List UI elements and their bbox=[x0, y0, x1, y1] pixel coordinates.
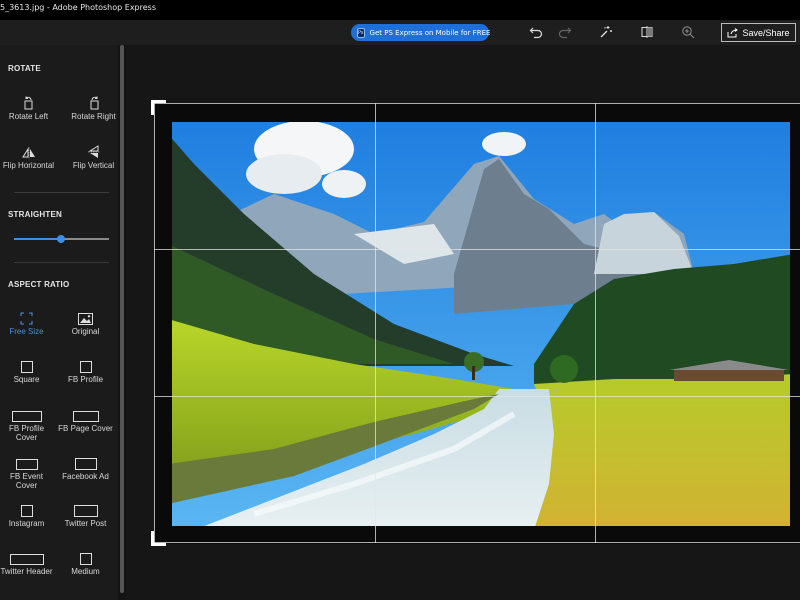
straighten-heading: STRAIGHTEN bbox=[8, 210, 62, 219]
rotate-left-button[interactable]: Rotate Left bbox=[1, 94, 56, 121]
redo-icon bbox=[558, 27, 572, 39]
sidebar-scroll-thumb[interactable] bbox=[120, 45, 124, 593]
aspect-facebook-ad[interactable]: Facebook Ad bbox=[58, 454, 113, 481]
aspect-label: Square bbox=[13, 375, 40, 384]
wide-ratio-icon bbox=[73, 505, 98, 517]
title-bar: 5_3613.jpg - Adobe Photoshop Express bbox=[0, 0, 800, 20]
crop-grid-line bbox=[154, 249, 800, 250]
flip-horizontal-label: Flip Horizontal bbox=[2, 161, 55, 170]
rotate-left-icon bbox=[24, 96, 32, 110]
wide-ratio-icon bbox=[11, 411, 42, 422]
flip-horizontal-button[interactable]: Flip Horizontal bbox=[1, 143, 56, 170]
edited-photo[interactable] bbox=[154, 104, 800, 544]
rotate-right-button[interactable]: Rotate Right bbox=[66, 94, 121, 121]
aspect-square[interactable]: Square bbox=[0, 357, 54, 384]
wide-ratio-icon bbox=[74, 458, 97, 470]
zoom-in-icon bbox=[682, 26, 695, 39]
crop-grid-line bbox=[595, 103, 596, 543]
aspect-fb-page-cover[interactable]: FB Page Cover bbox=[58, 406, 113, 433]
crop-grid-line bbox=[154, 396, 800, 397]
aspect-original[interactable]: Original bbox=[58, 309, 113, 336]
square-ratio-icon bbox=[79, 361, 92, 373]
share-icon bbox=[727, 27, 739, 37]
magic-wand-icon bbox=[600, 26, 612, 38]
aspect-label: FB Event Cover bbox=[10, 472, 43, 490]
window-title: 5_3613.jpg - Adobe Photoshop Express bbox=[0, 3, 157, 12]
auto-fix-button[interactable] bbox=[598, 24, 614, 40]
redo-button[interactable] bbox=[557, 24, 573, 40]
aspect-label: Free Size bbox=[9, 327, 44, 336]
crop-handle-top-left[interactable] bbox=[151, 100, 166, 115]
rotate-right-label: Rotate Right bbox=[71, 112, 116, 121]
aspect-label: FB Profile Cover bbox=[8, 424, 45, 442]
straighten-slider-thumb[interactable] bbox=[57, 235, 65, 243]
aspect-fb-profile-cover[interactable]: FB Profile Cover bbox=[0, 406, 54, 442]
save-share-button[interactable]: Save/Share bbox=[721, 23, 796, 42]
flip-vertical-button[interactable]: Flip Vertical bbox=[66, 143, 121, 170]
aspect-label: Medium bbox=[71, 567, 100, 576]
aspect-free-size[interactable]: Free Size bbox=[0, 309, 54, 336]
undo-icon bbox=[529, 27, 543, 39]
aspect-twitter-post[interactable]: Twitter Post bbox=[58, 501, 113, 528]
crop-handle-bottom-left[interactable] bbox=[151, 531, 166, 546]
wide-ratio-icon bbox=[72, 411, 99, 422]
divider bbox=[14, 262, 109, 263]
aspect-twitter-header[interactable]: Twitter Header bbox=[0, 549, 54, 576]
mountain-landscape-image bbox=[154, 104, 800, 544]
crop-grid-line bbox=[375, 103, 376, 543]
promo-label: Get PS Express on Mobile for FREE bbox=[369, 28, 491, 37]
aspect-label: Original bbox=[71, 327, 100, 336]
aspect-label: FB Page Cover bbox=[58, 424, 113, 433]
aspect-medium[interactable]: Medium bbox=[58, 549, 113, 576]
straighten-slider-fill bbox=[14, 238, 61, 240]
compare-icon bbox=[641, 26, 653, 38]
flip-vertical-icon bbox=[87, 145, 100, 158]
aspect-instagram[interactable]: Instagram bbox=[0, 501, 54, 528]
compare-button[interactable] bbox=[639, 24, 655, 40]
wide-ratio-icon bbox=[9, 554, 44, 565]
rotate-right-icon bbox=[90, 96, 98, 110]
aspect-label: Instagram bbox=[8, 519, 45, 528]
top-toolbar: Ps Get PS Express on Mobile for FREE Sav… bbox=[0, 20, 800, 45]
crop-grid-line bbox=[154, 103, 800, 104]
aspect-label: Twitter Header bbox=[0, 567, 53, 576]
ps-express-logo-icon: Ps bbox=[357, 27, 365, 38]
rotate-heading: ROTATE bbox=[8, 64, 41, 73]
aspect-ratio-heading: ASPECT RATIO bbox=[8, 280, 70, 289]
square-ratio-icon bbox=[79, 553, 92, 565]
wide-ratio-icon bbox=[15, 459, 38, 470]
get-mobile-app-button[interactable]: Ps Get PS Express on Mobile for FREE bbox=[351, 24, 491, 41]
free-size-icon bbox=[20, 312, 33, 325]
zoom-button[interactable] bbox=[680, 24, 696, 40]
crop-grid-line bbox=[154, 542, 800, 543]
aspect-fb-profile[interactable]: FB Profile bbox=[58, 357, 113, 384]
flip-vertical-label: Flip Vertical bbox=[72, 161, 115, 170]
flip-horizontal-icon bbox=[21, 147, 35, 159]
aspect-fb-event-cover[interactable]: FB Event Cover bbox=[0, 454, 54, 490]
image-icon bbox=[78, 313, 93, 325]
aspect-label: FB Profile bbox=[67, 375, 104, 384]
divider bbox=[14, 192, 109, 193]
save-share-label: Save/Share bbox=[742, 27, 790, 38]
aspect-label: Facebook Ad bbox=[62, 472, 109, 481]
square-ratio-icon bbox=[20, 505, 33, 517]
aspect-label: Twitter Post bbox=[64, 519, 107, 528]
square-ratio-icon bbox=[20, 361, 33, 373]
crop-grid-line bbox=[154, 103, 155, 543]
rotate-left-label: Rotate Left bbox=[8, 112, 49, 121]
undo-button[interactable] bbox=[528, 24, 544, 40]
